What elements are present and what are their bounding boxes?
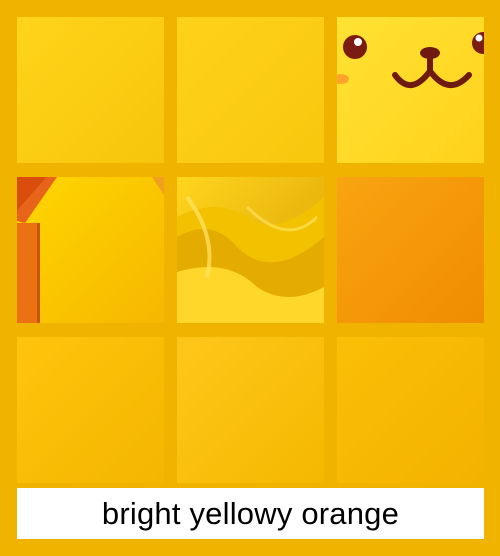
tile-silk-fabric[interactable] xyxy=(177,177,324,323)
caption-text: bright yellowy orange xyxy=(101,495,400,531)
tile-plain-yellow-4[interactable] xyxy=(177,337,324,483)
tile-orange-texture[interactable] xyxy=(337,177,484,323)
tile-plain-yellow-2[interactable] xyxy=(177,17,324,163)
image-grid xyxy=(17,17,484,483)
tile-plain-yellow-1[interactable] xyxy=(17,17,164,163)
caption-bar: bright yellowy orange xyxy=(17,488,484,539)
tile-plain-yellow-5[interactable] xyxy=(337,337,484,483)
tile-cartoon-face[interactable] xyxy=(337,17,484,163)
tile-plain-yellow-3[interactable] xyxy=(17,337,164,483)
tile-house-painting[interactable] xyxy=(17,177,164,323)
